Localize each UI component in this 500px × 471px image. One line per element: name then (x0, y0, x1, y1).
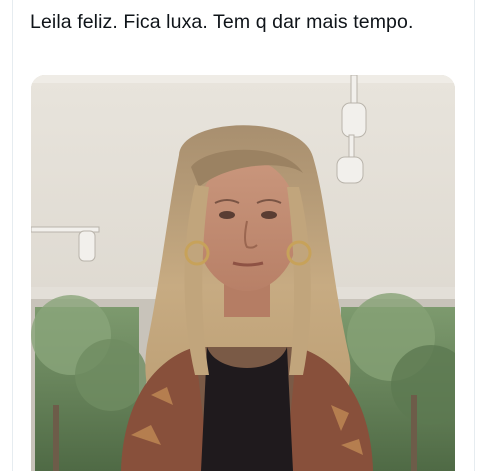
tweet-media-photo[interactable] (31, 75, 455, 471)
tweet-text: Leila feliz. Fica luxa. Tem q dar mais t… (30, 11, 414, 33)
photo-illustration (31, 75, 455, 471)
tweet-card-left-border (12, 0, 13, 471)
tweet-card-right-border (474, 0, 475, 471)
